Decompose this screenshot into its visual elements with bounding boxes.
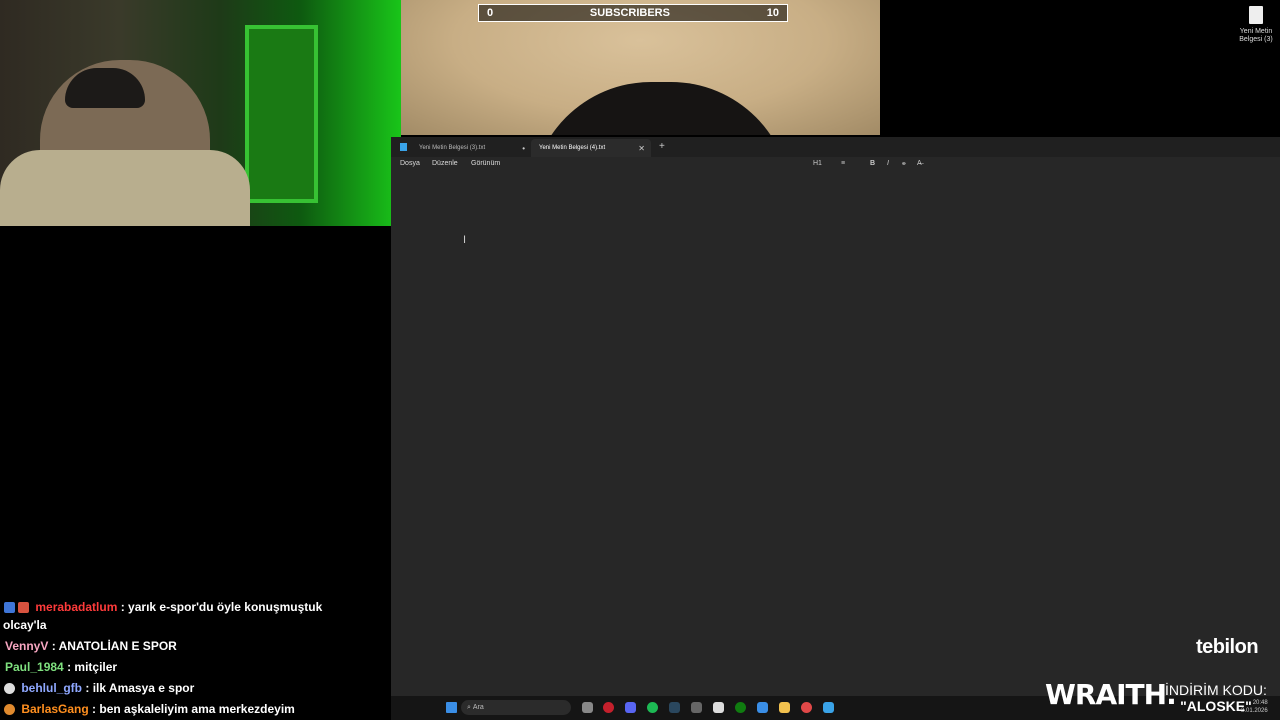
desktop-file-icon[interactable]: Yeni Metin Belgesi (3) bbox=[1234, 4, 1278, 44]
copilot-icon[interactable] bbox=[757, 702, 768, 713]
chat-text: : yarık e-spor'du öyle konuşmuştuk bbox=[120, 600, 323, 614]
badge-icon bbox=[18, 602, 29, 614]
badge-icon bbox=[4, 683, 15, 695]
heading-dropdown[interactable]: H1 bbox=[813, 160, 822, 167]
chat-text: : ilk Amasya e spor bbox=[85, 681, 195, 695]
brand-logo: tebilon bbox=[1196, 636, 1259, 658]
task-view-icon[interactable] bbox=[582, 702, 593, 713]
streamer-jacket bbox=[0, 150, 250, 226]
sponsor-logo: WRAITH. bbox=[1045, 678, 1177, 711]
chat-username[interactable]: behlul_gfb bbox=[21, 681, 82, 695]
obs-icon[interactable] bbox=[801, 702, 812, 713]
sub-goal-label: SUBSCRIBERS bbox=[589, 7, 670, 19]
opera-icon[interactable] bbox=[603, 702, 614, 713]
file-explorer-icon[interactable] bbox=[779, 702, 790, 713]
tab-label: Yeni Metin Belgesi (3).txt bbox=[419, 145, 486, 151]
promo-box: İNDİRİM KODU: "ALOSKE" bbox=[1165, 682, 1267, 714]
windows-start-icon[interactable] bbox=[446, 702, 457, 713]
xbox-icon[interactable] bbox=[735, 702, 746, 713]
bold-icon[interactable]: B bbox=[870, 160, 875, 167]
chat-username[interactable]: Paul_1984 bbox=[5, 660, 64, 674]
spotify-icon[interactable] bbox=[647, 702, 658, 713]
epic-games-icon[interactable] bbox=[713, 702, 724, 713]
italic-icon[interactable]: I bbox=[887, 160, 889, 167]
notepad-taskbar-icon[interactable] bbox=[823, 702, 834, 713]
menu-edit[interactable]: Düzenle bbox=[432, 160, 458, 167]
promo-code: "ALOSKE" bbox=[1180, 698, 1252, 714]
stream-chat: merabadatlum : yarık e-spor'du öyle konu… bbox=[0, 596, 391, 720]
chat-message: Paul_1984 : mitçiler bbox=[5, 660, 117, 674]
chat-text: : mitçiler bbox=[67, 660, 118, 674]
video-head bbox=[531, 82, 791, 135]
webcam-feed bbox=[0, 0, 401, 226]
chat-username[interactable]: BarlasGang bbox=[21, 702, 88, 716]
desktop-file-label: Yeni Metin Belgesi (3) bbox=[1239, 28, 1273, 43]
background-door bbox=[245, 25, 318, 203]
menu-file[interactable]: Dosya bbox=[400, 160, 420, 167]
list-icon[interactable]: ≡ bbox=[841, 160, 845, 167]
chat-username[interactable]: VennyV bbox=[5, 639, 48, 653]
menu-view[interactable]: Görünüm bbox=[471, 160, 500, 167]
steam-icon[interactable] bbox=[669, 702, 680, 713]
text-file-icon bbox=[1249, 6, 1263, 24]
clear-format-icon[interactable]: A̶ bbox=[917, 160, 922, 167]
notepad-window: Yeni Metin Belgesi (3).txt • Yeni Metin … bbox=[391, 137, 1280, 696]
menu-bar: Dosya Düzenle Görünüm bbox=[391, 157, 1280, 173]
notepad-app-icon bbox=[400, 143, 407, 151]
chat-message: BarlasGang : ben aşkaleliyim ama merkezd… bbox=[4, 702, 295, 716]
tab-file-4[interactable]: Yeni Metin Belgesi (4).txt ✕ bbox=[531, 139, 651, 157]
chat-message: merabadatlum : yarık e-spor'du öyle konu… bbox=[4, 600, 322, 614]
link-icon[interactable]: ⚭ bbox=[901, 160, 907, 168]
search-placeholder: Ara bbox=[472, 704, 484, 711]
chat-text: : ben aşkaleliyim ama merkezdeyim bbox=[92, 702, 295, 716]
badge-icon bbox=[4, 704, 15, 716]
chat-message: VennyV : ANATOLİAN E SPOR bbox=[5, 639, 177, 653]
sub-goal-start: 0 bbox=[487, 7, 494, 19]
add-tab-button[interactable]: + bbox=[659, 141, 665, 152]
promo-label: İNDİRİM KODU: bbox=[1165, 682, 1267, 698]
badge-icon bbox=[4, 602, 15, 614]
chat-message-continuation: olcay'la bbox=[3, 618, 47, 632]
close-icon[interactable]: ✕ bbox=[638, 144, 645, 153]
text-cursor-icon: I bbox=[463, 234, 467, 246]
tab-label: Yeni Metin Belgesi (4).txt bbox=[539, 145, 606, 151]
subscriber-goal-bar: 0 SUBSCRIBERS 10 bbox=[478, 4, 788, 22]
tab-strip: Yeni Metin Belgesi (3).txt • Yeni Metin … bbox=[391, 137, 1280, 157]
discord-icon[interactable] bbox=[625, 702, 636, 713]
taskbar-search[interactable]: ⌕ Ara bbox=[461, 700, 571, 715]
chat-text: : ANATOLİAN E SPOR bbox=[51, 639, 177, 653]
app-icon[interactable] bbox=[691, 702, 702, 713]
sub-goal-end: 10 bbox=[766, 7, 779, 19]
tab-file-3[interactable]: Yeni Metin Belgesi (3).txt • bbox=[411, 139, 531, 157]
chat-username[interactable]: merabadatlum bbox=[35, 600, 117, 614]
unsaved-dot-icon[interactable]: • bbox=[522, 144, 525, 153]
chat-message: behlul_gfb : ilk Amasya e spor bbox=[4, 681, 194, 695]
